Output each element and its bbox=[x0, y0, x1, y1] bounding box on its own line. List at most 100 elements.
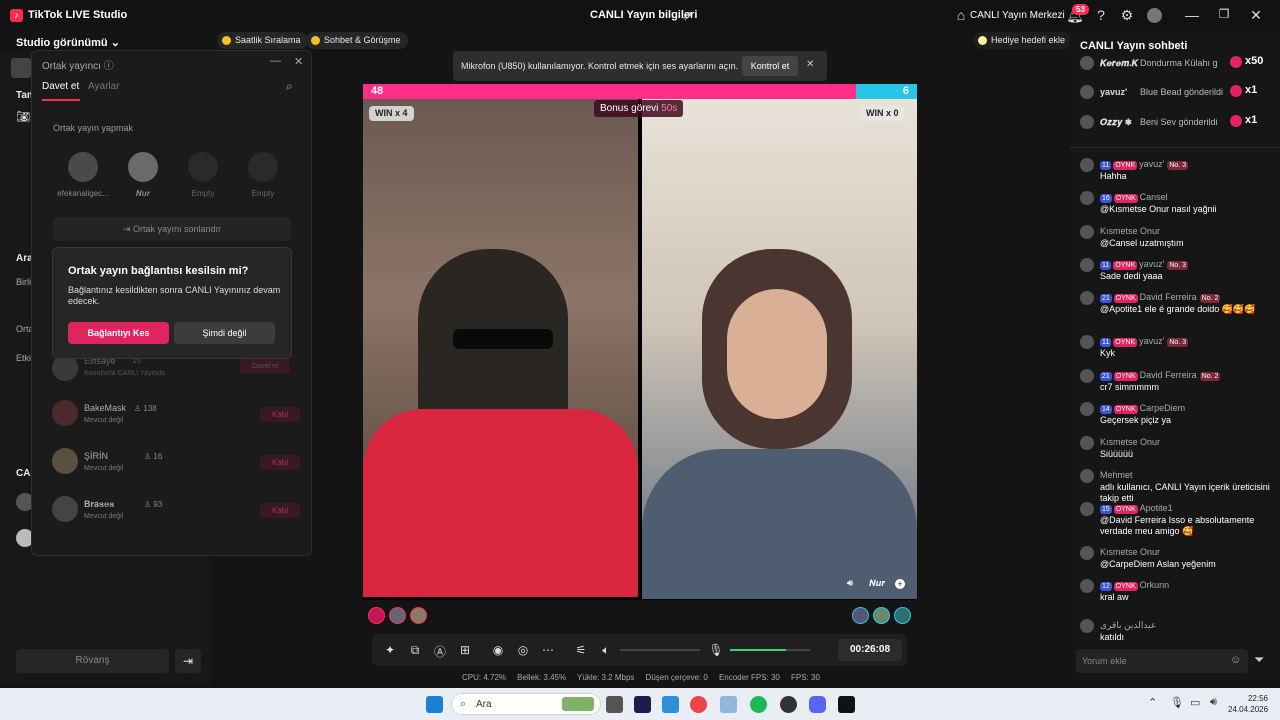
chat-username[interactable]: Cansel bbox=[1140, 192, 1168, 202]
app-icon[interactable] bbox=[720, 696, 737, 713]
tiktok-icon[interactable] bbox=[838, 696, 855, 713]
avatar[interactable] bbox=[1080, 225, 1094, 239]
chat-username[interactable]: David Ferreira bbox=[1140, 292, 1197, 302]
rematch-button[interactable]: Rövanş bbox=[16, 649, 169, 673]
record-icon[interactable]: ◉ bbox=[490, 643, 506, 657]
chat-username[interactable]: Mehmet bbox=[1100, 470, 1133, 480]
chat-username[interactable]: Kısmetse Onur bbox=[1100, 437, 1160, 447]
avatar[interactable] bbox=[1080, 258, 1094, 272]
chat-username[interactable]: Kısmetse Onur bbox=[1100, 547, 1160, 557]
avatar[interactable] bbox=[1080, 402, 1094, 416]
chat-username[interactable]: David Ferreira bbox=[1140, 370, 1197, 380]
search-icon[interactable]: ⌕ bbox=[286, 79, 293, 94]
studio-view-dropdown[interactable]: Studio görünümü ⌄ bbox=[16, 36, 120, 49]
hourly-ranking-chip[interactable]: Saatlik Sıralama bbox=[217, 32, 308, 49]
avatar[interactable] bbox=[68, 152, 98, 182]
avatar[interactable] bbox=[1080, 291, 1094, 305]
layout-icon[interactable]: ⧉ bbox=[407, 643, 423, 658]
empty-slot-icon[interactable] bbox=[248, 152, 278, 182]
speaker-icon[interactable]: 🔈︎ bbox=[598, 643, 614, 658]
after-effects-icon[interactable] bbox=[634, 696, 651, 713]
avatar[interactable] bbox=[1080, 85, 1094, 99]
add-source-icon[interactable]: ⊞ bbox=[457, 643, 473, 657]
home-icon[interactable]: ⌂ bbox=[952, 7, 970, 23]
discord-icon[interactable] bbox=[809, 696, 826, 713]
minimize-icon[interactable]: — bbox=[270, 55, 281, 67]
more-icon[interactable]: ⋯ bbox=[540, 643, 556, 657]
chat-call-chip[interactable]: Sohbet & Görüşme bbox=[306, 32, 408, 49]
avatar[interactable] bbox=[1080, 619, 1094, 633]
close-icon[interactable]: ✕ bbox=[294, 55, 303, 68]
close-icon[interactable]: ✕ bbox=[1247, 7, 1265, 24]
magic-wand-icon[interactable]: ✦ bbox=[382, 643, 398, 657]
avatar[interactable] bbox=[852, 607, 869, 624]
avatar[interactable] bbox=[1080, 502, 1094, 516]
share-icon[interactable]: ⇗ bbox=[682, 8, 693, 24]
avatar[interactable] bbox=[873, 607, 890, 624]
chevron-up-icon[interactable]: ⌃ bbox=[1148, 696, 1157, 709]
avatar[interactable] bbox=[1080, 56, 1094, 70]
info-icon[interactable]: ⓘ bbox=[104, 61, 114, 72]
avatar[interactable] bbox=[128, 152, 158, 182]
target-icon[interactable]: ◎ bbox=[515, 643, 531, 657]
end-cohost-button[interactable]: ⇥ Ortak yayını sonlandır bbox=[53, 217, 291, 241]
maximize-icon[interactable]: ❐ bbox=[1215, 7, 1233, 21]
avatar[interactable] bbox=[1080, 436, 1094, 450]
empty-slot-icon[interactable] bbox=[188, 152, 218, 182]
speaker-icon[interactable]: 🔊︎ bbox=[1210, 696, 1217, 709]
chat-username[interactable]: yavuz' bbox=[1139, 336, 1164, 346]
avatar[interactable] bbox=[389, 607, 406, 624]
app-icon[interactable] bbox=[780, 696, 797, 713]
avatar[interactable] bbox=[1080, 546, 1094, 560]
comment-input[interactable]: Yorum ekle ☺ bbox=[1076, 649, 1248, 673]
chrome-icon[interactable] bbox=[690, 696, 707, 713]
avatar[interactable] bbox=[1080, 115, 1094, 129]
help-icon[interactable]: ? bbox=[1092, 7, 1110, 23]
chat-username[interactable]: yavuz' bbox=[1139, 159, 1164, 169]
filter-icon[interactable]: ⏷ bbox=[1254, 652, 1264, 668]
disconnect-button[interactable]: Bağlantıyı Kes bbox=[68, 322, 169, 344]
settings-gear-icon[interactable]: ⚙ bbox=[1118, 7, 1136, 24]
left-tab-block[interactable] bbox=[11, 58, 31, 78]
join-button[interactable]: Katıl bbox=[260, 407, 300, 422]
avatar[interactable] bbox=[1080, 579, 1094, 593]
invite-button[interactable]: Davet et bbox=[240, 359, 290, 374]
chat-username[interactable]: yavuz' bbox=[1139, 259, 1164, 269]
avatar[interactable] bbox=[1080, 369, 1094, 383]
clock-date[interactable]: 24.04.2026 bbox=[1228, 705, 1268, 714]
mixer-icon[interactable]: ⚟ bbox=[573, 643, 589, 657]
tab-settings[interactable]: Ayarlar bbox=[88, 81, 120, 92]
task-view-icon[interactable] bbox=[606, 696, 623, 713]
chat-username[interactable]: عبدالدين باقری bbox=[1100, 620, 1156, 630]
taskbar-search[interactable]: ⌕ Ara bbox=[451, 693, 601, 715]
chat-username[interactable]: CarpeDiem bbox=[1140, 403, 1186, 413]
join-button[interactable]: Katıl bbox=[260, 455, 300, 470]
speaker-volume-slider[interactable] bbox=[620, 649, 700, 651]
clock-time[interactable]: 22:56 bbox=[1228, 694, 1268, 703]
live-center-link[interactable]: CANLI Yayın Merkezi bbox=[970, 10, 1065, 21]
close-icon[interactable]: ✕ bbox=[806, 59, 814, 70]
tab-invite[interactable]: Davet et bbox=[42, 81, 79, 92]
avatar[interactable] bbox=[368, 607, 385, 624]
spotify-icon[interactable] bbox=[750, 696, 767, 713]
avatar[interactable] bbox=[1147, 8, 1162, 23]
windows-start-icon[interactable] bbox=[426, 696, 443, 713]
avatar[interactable] bbox=[1080, 469, 1094, 483]
avatar[interactable] bbox=[1080, 158, 1094, 172]
avatar[interactable] bbox=[1080, 335, 1094, 349]
speaker-icon[interactable]: 🔊︎ bbox=[847, 578, 853, 589]
check-button[interactable]: Kontrol et bbox=[742, 56, 798, 76]
mic-volume-slider[interactable] bbox=[730, 649, 810, 651]
chat-username[interactable]: Kısmetse Onur bbox=[1100, 226, 1160, 236]
microphone-icon[interactable]: 🎙︎ bbox=[708, 643, 724, 657]
camera-icon[interactable]: 📷︎ bbox=[16, 110, 30, 123]
display-icon[interactable]: ▭ bbox=[1190, 696, 1200, 709]
minimize-icon[interactable]: — bbox=[1183, 7, 1201, 23]
avatar[interactable] bbox=[410, 607, 427, 624]
exit-icon[interactable]: ⇥ bbox=[175, 649, 201, 673]
ai-icon[interactable]: Ⓐ bbox=[432, 643, 448, 660]
emoji-icon[interactable]: ☺ bbox=[1230, 654, 1241, 666]
not-now-button[interactable]: Şimdi değil bbox=[174, 322, 275, 344]
chat-username[interactable]: Orkunn bbox=[1140, 580, 1170, 590]
avatar[interactable] bbox=[894, 607, 911, 624]
